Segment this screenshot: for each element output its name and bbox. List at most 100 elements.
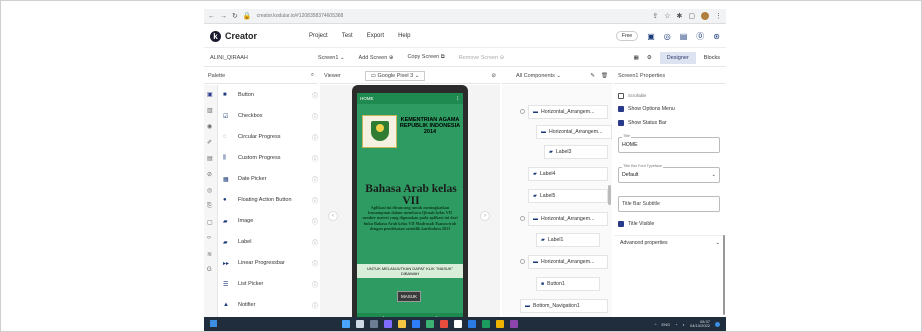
delete-icon[interactable]: 🗑 — [601, 73, 608, 79]
start-icon[interactable] — [342, 320, 350, 328]
blocks-button[interactable]: Blocks — [704, 55, 720, 61]
info-icon[interactable]: ⓘ — [312, 91, 318, 100]
copy-screen-button[interactable]: Copy Screen ⧉ — [407, 54, 444, 61]
browser-menu-icon[interactable]: ⋮ — [715, 12, 722, 20]
forward-icon[interactable]: → — [220, 13, 227, 20]
google-category-icon[interactable]: G — [207, 267, 212, 273]
info-icon[interactable]: ⓘ — [312, 196, 318, 205]
kemenag-logo[interactable] — [362, 115, 397, 148]
hide-icon[interactable]: ⊘ — [491, 73, 496, 79]
tree-node[interactable]: ▬ Bottom_Navigation1 — [520, 299, 608, 313]
advanced-properties-toggle[interactable]: Advanced properties ⌄ — [614, 235, 726, 249]
store-icon[interactable] — [426, 320, 434, 328]
widgets-icon[interactable] — [384, 320, 392, 328]
palette-item-list-picker[interactable]: ☰ List Picker ⓘ — [218, 277, 318, 291]
tree-node[interactable]: ▬ Horizontal_Arrangem... — [528, 255, 608, 269]
star-icon[interactable]: ☆ — [664, 12, 670, 20]
search-icon[interactable]: ⌕ — [311, 72, 314, 79]
app-icon[interactable] — [454, 320, 462, 328]
clock[interactable]: 08:37 04/10/2022 — [690, 319, 710, 329]
menu-project[interactable]: Project — [309, 33, 328, 39]
masuk-button[interactable]: MASUK — [397, 291, 421, 302]
label-notice[interactable]: UNTUK MELANJUTKAN DAPAT KLIK "MASUK" DIB… — [357, 264, 463, 278]
palette-item-floating-action-button[interactable]: ● Floating Action Button ⓘ — [218, 193, 318, 207]
account-icon[interactable]: ⊛ — [713, 32, 720, 41]
window-icon[interactable]: ▢ — [688, 12, 695, 20]
scrollable-checkbox[interactable] — [618, 93, 624, 99]
palette-item-checkbox[interactable]: ☑ Checkbox ⓘ — [218, 109, 318, 123]
user-interface-category-icon[interactable]: ▣ — [207, 91, 213, 98]
info-icon[interactable]: ⓘ — [312, 238, 318, 247]
help-icon[interactable]: ⓪ — [696, 31, 704, 42]
wifi-icon[interactable]: ◔ — [675, 322, 677, 327]
compass-icon[interactable]: ◎ — [664, 32, 671, 41]
app-icon[interactable] — [510, 320, 518, 328]
tree-node[interactable]: ▬ Horizontal_Arrangem... — [528, 105, 608, 119]
title-field[interactable]: HOME — [618, 137, 720, 153]
menu-help[interactable]: Help — [398, 33, 410, 39]
chevron-up-icon[interactable]: ^ — [655, 322, 657, 327]
info-icon[interactable]: ⓘ — [312, 133, 318, 142]
info-icon[interactable]: ⓘ — [312, 175, 318, 184]
edit-icon[interactable]: ✎ — [590, 73, 595, 79]
palette-item-notifier[interactable]: ▲ Notifier ⓘ — [218, 298, 318, 312]
subtitle-field[interactable]: Title Bar Subtitle — [618, 196, 720, 212]
layout-category-icon[interactable]: ▥ — [207, 107, 213, 114]
language-indicator[interactable]: ENG — [661, 322, 670, 327]
prev-screen-icon[interactable]: ‹ — [328, 211, 338, 221]
connectivity-category-icon[interactable]: ▢ — [207, 219, 213, 226]
docs-icon[interactable]: ▤ — [680, 32, 688, 41]
info-icon[interactable]: ⓘ — [312, 154, 318, 163]
screen-select[interactable]: Screen1 ⌄ — [318, 55, 345, 61]
palette-item-linear-progressbar[interactable]: ▸▸ Linear Progressbar ⓘ — [218, 256, 318, 270]
collapse-toggle[interactable] — [520, 216, 525, 221]
info-icon[interactable]: ⓘ — [312, 280, 318, 289]
tree-scrollbar[interactable] — [608, 185, 611, 205]
excel-icon[interactable] — [482, 320, 490, 328]
palette-item-label-component[interactable]: ▰ Label ⓘ — [218, 235, 318, 249]
properties-scrollbar[interactable] — [723, 235, 725, 315]
palette-item-image[interactable]: ▰ Image ⓘ — [218, 214, 318, 228]
palette-item-button[interactable]: ■ Button ⓘ — [218, 88, 318, 102]
palette-item-date-picker[interactable]: ▦ Date Picker ⓘ — [218, 172, 318, 186]
chrome-icon[interactable] — [496, 320, 504, 328]
sensors-category-icon[interactable]: ⊘ — [207, 171, 212, 178]
word-icon[interactable] — [468, 320, 476, 328]
windows-start-icon[interactable] — [210, 320, 217, 327]
collapse-toggle[interactable] — [520, 109, 525, 114]
show-options-menu-checkbox[interactable] — [618, 106, 624, 112]
extensions-icon[interactable]: ✱ — [677, 12, 683, 20]
code-category-icon[interactable]: ‹› — [207, 235, 211, 241]
tree-node[interactable]: ■ Button1 — [536, 277, 600, 291]
file-explorer-icon[interactable] — [398, 320, 406, 328]
plan-badge[interactable]: Free — [615, 31, 639, 41]
assets-icon[interactable]: ▦ — [634, 55, 639, 61]
maps-category-icon[interactable]: ▤ — [207, 155, 213, 162]
designer-button[interactable]: Designer — [659, 51, 696, 64]
tree-node[interactable]: ▰ Label4 — [528, 167, 608, 181]
info-icon[interactable]: ⓘ — [312, 112, 318, 121]
tree-node[interactable]: ▰ Label1 — [536, 233, 600, 247]
media-category-icon[interactable]: ◉ — [207, 123, 212, 130]
palette-item-circular-progress[interactable]: ◌ Circular Progress ⓘ — [218, 130, 318, 144]
reload-icon[interactable]: ↻ — [232, 12, 238, 20]
label-title[interactable]: Bahasa Arab kelas VII — [359, 183, 463, 207]
notification-icon[interactable] — [715, 321, 720, 327]
info-icon[interactable]: ⓘ — [312, 301, 318, 310]
info-icon[interactable]: ⓘ — [312, 259, 318, 268]
tree-node[interactable]: ▬ Horizontal_Arrangem... — [536, 125, 612, 139]
menu-export[interactable]: Export — [367, 33, 384, 39]
label-description[interactable]: Aplikasi ini dirancang untuk meningkatka… — [361, 205, 459, 231]
info-icon[interactable]: ⓘ — [312, 217, 318, 226]
social-category-icon[interactable]: ◎ — [207, 187, 212, 194]
storage-category-icon[interactable]: ⎘ — [207, 203, 212, 210]
edge-icon[interactable] — [412, 320, 420, 328]
app-icon[interactable] — [440, 320, 448, 328]
back-icon[interactable]: ← — [208, 13, 215, 20]
tree-node[interactable]: ▰ Label5 — [528, 189, 608, 203]
label-kementrian[interactable]: KEMENTRIAN AGAMA REPUBLIK INDONESIA 2014 — [399, 117, 461, 136]
gallery-icon[interactable]: ▣ — [647, 32, 655, 41]
tree-node[interactable]: ▰ Label3 — [544, 145, 608, 159]
add-screen-button[interactable]: Add Screen ⊕ — [359, 55, 394, 61]
tree-node[interactable]: ▬ Horizontal_Arrangem... — [528, 212, 608, 226]
